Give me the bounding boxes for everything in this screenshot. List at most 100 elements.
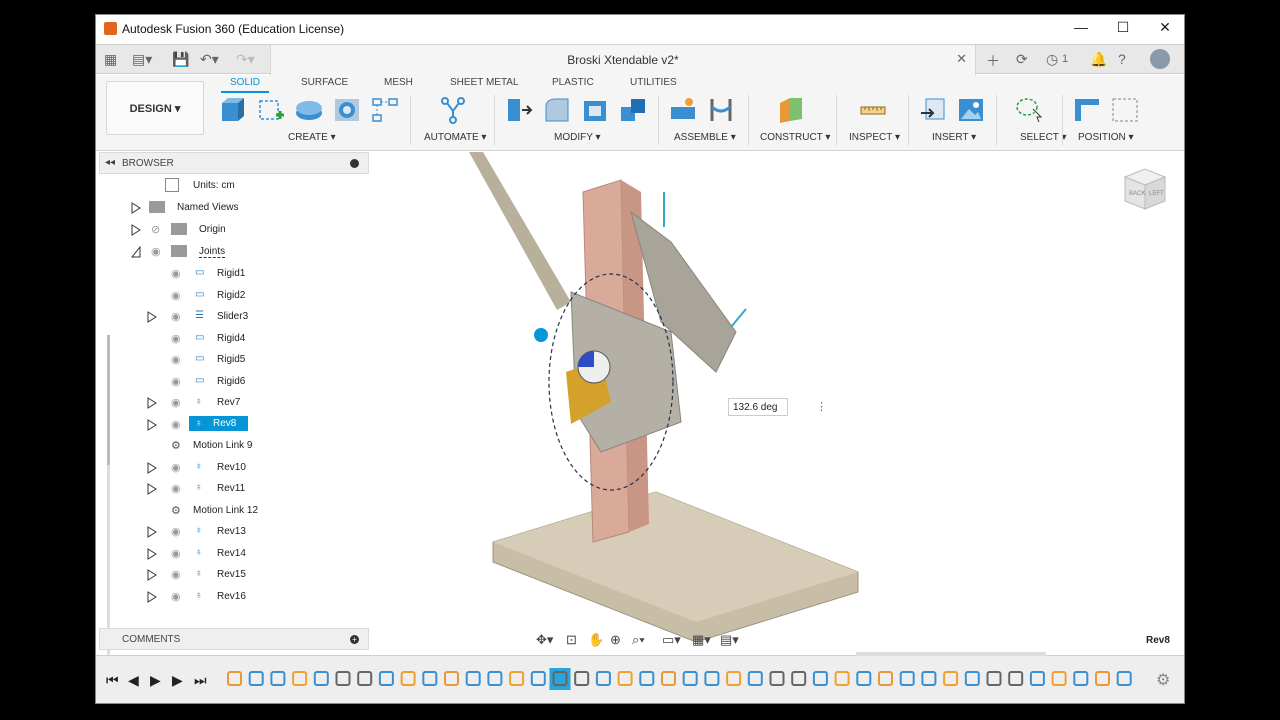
go-to-start-icon[interactable]: ⏮ [106,672,119,689]
timeline-feature-icon[interactable] [943,671,959,686]
sketch-icon[interactable] [256,95,286,125]
gizmo-handle[interactable] [534,328,548,342]
measure-icon[interactable] [858,95,888,125]
timeline-feature-icon[interactable] [812,671,828,686]
position-menu[interactable]: POSITION ▾ [1078,132,1134,143]
user-avatar[interactable] [1150,49,1170,69]
display-settings-icon[interactable]: ▭▾ [662,632,681,648]
timeline-feature-icon[interactable] [1073,671,1089,686]
expand-arrow-icon[interactable] [147,590,157,603]
timeline-settings-icon[interactable]: ⚙ [1156,670,1170,690]
help-icon[interactable]: ? [1118,51,1126,67]
pattern-icon[interactable] [370,95,400,125]
collapse-arrow-icon[interactable] [131,246,141,258]
visibility-hidden-icon[interactable]: ⊘ [151,223,160,236]
timeline-features[interactable] [224,668,1144,690]
fillet-icon[interactable] [542,95,572,125]
visibility-eye-icon[interactable]: ◉ [151,245,161,258]
timeline-feature-icon[interactable] [726,671,742,686]
tab-plastic[interactable]: PLASTIC [552,77,594,88]
browser-collapse-icon[interactable] [350,159,359,168]
expand-arrow-icon[interactable] [147,418,157,431]
pan-icon[interactable]: ✋ [588,632,604,648]
scrollbar-thumb[interactable] [107,335,110,465]
automate-menu[interactable]: AUTOMATE ▾ [424,132,486,143]
timeline-feature-icon[interactable] [335,671,351,686]
tab-utilities[interactable]: UTILITIES [630,77,677,88]
workspace-switcher[interactable]: DESIGN ▾ [106,81,204,135]
revert-position-icon[interactable] [1110,95,1140,125]
expand-arrow-icon[interactable] [131,224,141,236]
visibility-eye-icon[interactable]: ◉ [171,332,181,345]
axis-arrow[interactable] [730,308,747,328]
shell-icon[interactable] [580,95,610,125]
file-menu-icon[interactable]: ▤▾ [132,51,152,68]
construct-menu[interactable]: CONSTRUCT ▾ [760,132,830,143]
timeline-feature-icon[interactable] [704,671,720,686]
select-menu[interactable]: SELECT ▾ [1020,132,1067,143]
more-options-icon[interactable]: ⋮ [816,400,827,413]
collapse-arrows-icon[interactable]: ◂◂ [105,157,115,168]
timeline-feature-icon[interactable] [422,671,438,686]
timeline-feature-icon[interactable] [227,671,242,686]
expand-arrow-icon[interactable] [147,526,157,538]
visibility-eye-icon[interactable]: ◉ [171,525,181,538]
new-component-assemble-icon[interactable] [668,95,698,125]
timeline-feature-icon[interactable] [747,671,763,686]
timeline-feature-icon[interactable] [1051,671,1067,686]
timeline-feature-icon[interactable] [921,671,937,686]
timeline-feature-icon[interactable] [248,671,264,686]
expand-arrow-icon[interactable] [147,483,157,495]
play-icon[interactable]: ▶ [150,672,161,689]
timeline-feature-icon[interactable] [964,671,980,686]
timeline-feature-icon[interactable] [574,671,590,686]
expand-arrow-icon[interactable] [147,311,157,323]
expand-arrow-icon[interactable] [147,547,157,560]
new-component-icon[interactable] [218,95,248,125]
timeline-feature-icon[interactable] [1116,671,1132,686]
timeline-feature-icon[interactable] [834,671,850,686]
timeline-feature-icon[interactable] [617,671,633,686]
timeline-feature-icon[interactable] [856,671,872,686]
view-cube[interactable]: BACK LEFT [1121,165,1169,213]
timeline-feature-icon[interactable] [986,671,1002,686]
timeline-feature-icon[interactable] [1095,671,1110,686]
notifications-icon[interactable]: 🔔 [1090,51,1107,68]
timeline-feature-icon[interactable] [292,671,308,686]
tab-surface[interactable]: SURFACE [301,77,348,88]
job-status-icon[interactable]: ◷ [1046,51,1058,68]
joint-icon[interactable] [706,95,736,125]
expand-arrow-icon[interactable] [131,202,141,214]
grid-settings-icon[interactable]: ▦▾ [692,632,711,648]
timeline-feature-icon[interactable] [791,671,807,686]
timeline-feature-icon[interactable] [769,671,785,686]
timeline-feature-icon[interactable] [661,671,676,686]
timeline-feature-icon[interactable] [899,671,915,686]
visibility-eye-icon[interactable]: ◉ [171,590,181,603]
close-window-button[interactable]: ✕ [1150,19,1180,39]
step-forward-icon[interactable]: ▶ [172,672,183,689]
timeline-feature-icon[interactable] [487,671,503,686]
timeline-scrollbar[interactable] [856,652,1046,656]
visibility-eye-icon[interactable]: ◉ [171,396,181,409]
orbit-icon[interactable]: ✥▾ [536,632,553,648]
expand-arrow-icon[interactable] [147,397,157,409]
new-tab-icon[interactable]: ＋ [986,51,1000,71]
extensions-icon[interactable]: ⟳ [1016,51,1028,68]
timeline-feature-icon[interactable] [639,671,655,686]
visibility-eye-icon[interactable]: ◉ [171,267,181,280]
document-tab[interactable]: Broski Xtendable v2* ✕ [270,45,976,75]
timeline-feature-icon[interactable] [682,671,698,686]
extrude-icon[interactable] [294,95,324,125]
save-icon[interactable]: 💾 [172,51,189,68]
timeline-feature-icon[interactable] [444,671,459,686]
tab-solid[interactable]: SOLID [230,77,260,88]
visibility-eye-icon[interactable]: ◉ [171,375,181,388]
insert-menu[interactable]: INSERT ▾ [932,132,976,143]
timeline-feature-icon[interactable] [270,671,286,686]
timeline-feature-icon[interactable] [509,671,525,686]
visibility-eye-icon[interactable]: ◉ [171,461,181,474]
timeline-feature-icon[interactable] [465,671,481,686]
timeline-feature-icon[interactable] [530,671,546,686]
expand-arrow-icon[interactable] [147,569,157,581]
